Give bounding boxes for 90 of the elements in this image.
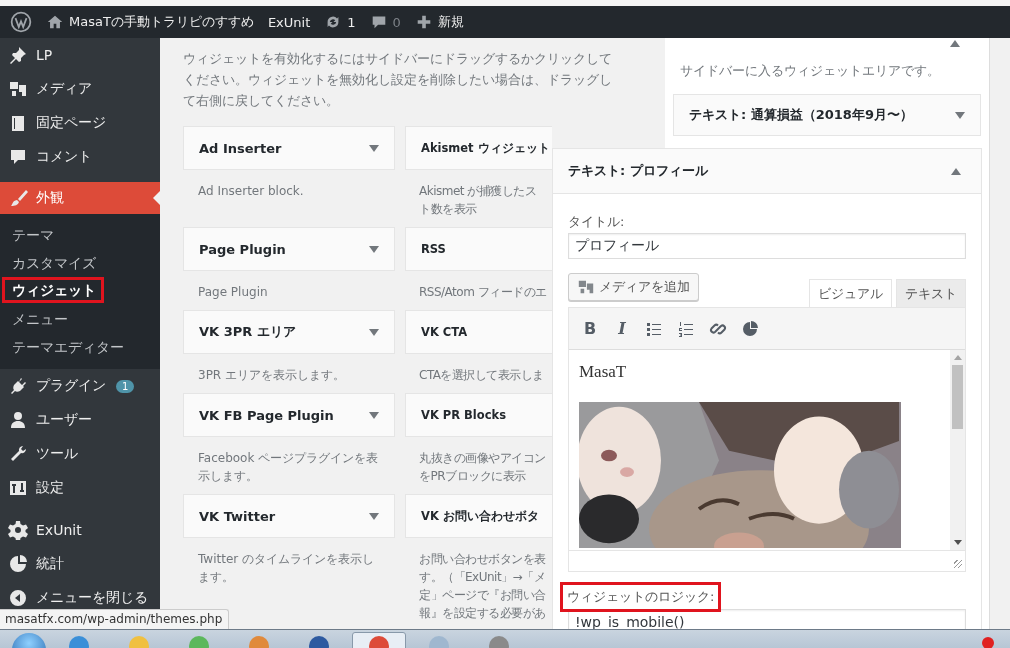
update-count-badge: 1 (116, 379, 135, 393)
user-icon (8, 410, 28, 430)
menu-item[interactable]: 統計 (0, 547, 160, 581)
collapse-arrow-icon[interactable] (951, 167, 961, 175)
menu-item[interactable]: ツール (0, 437, 160, 471)
submenu-item[interactable]: テーマエディター (0, 333, 160, 361)
sliders-icon (8, 478, 28, 498)
media-icon (8, 79, 28, 99)
widget-card[interactable]: RSS (405, 227, 552, 271)
scrollbar[interactable] (950, 350, 965, 550)
menu-item[interactable]: ExUnit (0, 513, 160, 547)
new-link[interactable]: 新規 (414, 13, 464, 31)
sidebar-description: サイドバーに入るウィジェットエリアです。 (680, 62, 941, 80)
widget-title: テキスト: プロフィール (568, 162, 708, 180)
content-text: MasaT (579, 362, 628, 382)
widget-title: VK FB Page Plugin (199, 407, 334, 423)
widget-description: CTAを選択して表示しま (418, 367, 545, 384)
menu-item[interactable]: メディア (0, 72, 160, 106)
home-icon (46, 13, 64, 31)
plugin-link[interactable]: ExUnit (267, 14, 311, 30)
collapse-icon (8, 588, 28, 608)
widget-card[interactable]: VK お問い合わせボタ (405, 494, 552, 538)
widget-description: お問い合わせボタンを表 す。（「ExUnit」→「メ 定」ページで『お問い合 報』を設定する必要があ (418, 551, 547, 622)
expand-arrow-icon[interactable] (369, 144, 379, 152)
widget-title: VK Twitter (199, 508, 276, 524)
widget-description: 丸抜きの画像やアイコン をPRブロックに表示 (418, 450, 547, 485)
camera-music-icon (577, 278, 595, 296)
field-label: タイトル: (568, 213, 626, 231)
widget-description: Ad Inserter block. (197, 183, 305, 200)
add-media-button[interactable]: メディアを追加 (568, 273, 699, 301)
widget-description: Akismet が捕獲したス ト数を表示 (418, 183, 538, 218)
brush-icon (8, 188, 28, 208)
menu-item[interactable]: 外観 (0, 182, 160, 214)
tray-icon[interactable] (982, 637, 994, 648)
widget-description: Facebook ページプラグインを表 示します。 (197, 450, 380, 485)
widget-card[interactable]: VK PR Blocks (405, 393, 552, 437)
bold-button[interactable]: B (577, 315, 603, 342)
widget-description: 3PR エリアを表示します。 (197, 367, 347, 384)
widget-card[interactable]: VK Twitter (183, 494, 395, 538)
widget-title: Akismet ウィジェット (421, 140, 550, 156)
pie-chart-icon[interactable] (740, 318, 760, 339)
instructions-text: ウィジェットを有効化するにはサイドバーにドラッグするかクリックしてください。ウィジェットを無効化し設定を削除したい場合は、ドラッグして右側に戻してください。 (183, 50, 613, 110)
pin-icon (8, 45, 28, 65)
pie-icon (8, 554, 28, 574)
italic-button[interactable]: I (609, 315, 635, 342)
widget-card[interactable]: Ad Inserter (183, 126, 395, 170)
gear-icon (8, 520, 28, 540)
widget-card[interactable]: VK FB Page Plugin (183, 393, 395, 437)
widget-title: VK PR Blocks (421, 408, 507, 422)
widget-title: VK CTA (421, 325, 468, 339)
widget-description: RSS/Atom フィードのエ (418, 284, 548, 301)
widget-card[interactable]: VK CTA (405, 310, 552, 354)
widget-title: VK お問い合わせボタ (421, 508, 539, 524)
submenu-item[interactable]: カスタマイズ (0, 249, 160, 277)
widget-title: テキスト: 通算損益（2018年9月〜） (689, 106, 913, 124)
expand-arrow-icon[interactable] (369, 411, 379, 419)
widget-title: Ad Inserter (199, 140, 282, 156)
widget-card[interactable]: VK 3PR エリア (183, 310, 395, 354)
widget-title: Page Plugin (199, 241, 286, 257)
wordpress-logo-icon[interactable] (10, 11, 32, 33)
menu-item[interactable]: 設定 (0, 471, 160, 505)
widget-title: RSS (421, 242, 446, 256)
expand-arrow-icon[interactable] (369, 512, 379, 520)
widget-card[interactable]: Akismet ウィジェット (405, 126, 552, 170)
expand-arrow-icon[interactable] (369, 245, 379, 253)
widget-title: VK 3PR エリア (199, 323, 296, 341)
updates-link[interactable]: 1 (324, 13, 356, 31)
editor-tab[interactable]: テキスト (896, 279, 966, 307)
widget-description: Page Plugin (197, 284, 269, 301)
status-url-tooltip: masatfx.com/wp-admin/themes.php (0, 609, 230, 629)
menu-item[interactable]: LP (0, 38, 160, 72)
title-field[interactable]: プロフィール (568, 233, 966, 259)
comment-icon (8, 147, 28, 167)
submenu-item[interactable]: ウィジェット (2, 277, 104, 303)
expand-arrow-icon[interactable] (369, 328, 379, 336)
menu-item[interactable]: ユーザー (0, 403, 160, 437)
menu-item[interactable]: プラグイン 1 (0, 369, 160, 403)
widget-description: Twitter のタイムラインを表示し ます。 (197, 551, 376, 586)
submenu-item[interactable]: テーマ (0, 221, 160, 249)
comments-link[interactable]: 0 (369, 13, 401, 31)
expand-arrow-icon[interactable] (955, 111, 965, 119)
widget-card[interactable]: テキスト: 通算損益（2018年9月〜） (673, 94, 981, 136)
submenu-item[interactable]: メニュー (0, 305, 160, 333)
widget-card[interactable]: Page Plugin (183, 227, 395, 271)
collapse-arrow-icon[interactable] (950, 40, 960, 47)
menu-item[interactable]: コメント (0, 140, 160, 174)
site-name-link[interactable]: MasaTの手動トラリピのすすめ (46, 13, 254, 31)
menu-item[interactable]: 固定ページ (0, 106, 160, 140)
field-label: ウィジェットのロジック: (563, 585, 719, 609)
editor-tab[interactable]: ビジュアル (809, 279, 892, 307)
